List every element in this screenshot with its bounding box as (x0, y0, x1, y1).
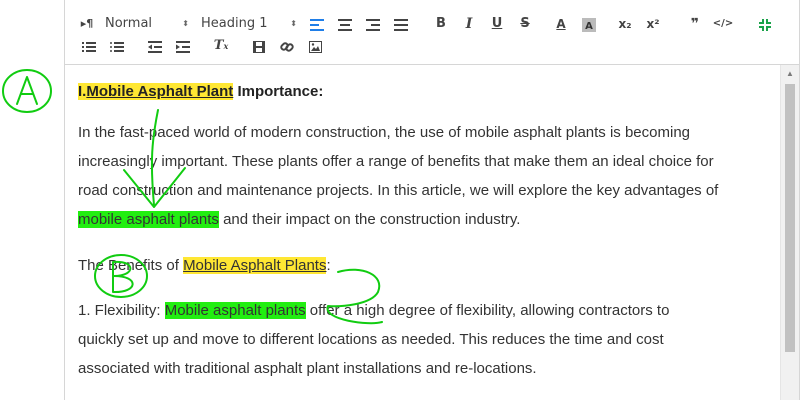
intro-tail: and their impact on the construction ind… (218, 211, 521, 228)
outdent-icon (148, 40, 162, 53)
flexibility-line-1-tail: offer a high degree of flexibility, allo… (305, 302, 670, 319)
indent-button[interactable] (169, 35, 197, 57)
strikethrough-button[interactable]: S (511, 13, 539, 35)
vertical-scrollbar[interactable]: ▲ (780, 65, 799, 400)
editor-toolbar: ▸¶ Normal ⬍ Heading 1 ⬍ B I U S A A x₂ x… (65, 0, 799, 65)
underline-button[interactable]: U (483, 13, 511, 35)
background-color-button[interactable]: A (575, 13, 603, 35)
align-justify-button[interactable] (387, 13, 415, 35)
circle-a-mark (2, 69, 52, 113)
indent-icon (176, 40, 190, 53)
collapse-icon (759, 18, 771, 31)
superscript-button[interactable]: x² (639, 13, 667, 35)
bold-button[interactable]: B (427, 13, 455, 35)
section-heading: I.Mobile Asphalt Plant Importance: (78, 79, 766, 104)
outdent-button[interactable] (141, 35, 169, 57)
ordered-list-button[interactable] (75, 35, 103, 57)
flexibility-line-2: quickly set up and move to different loc… (78, 331, 664, 348)
flexibility-prefix: 1. Flexibility: (78, 302, 165, 319)
flexibility-line-3: associated with traditional asphalt plan… (78, 360, 537, 377)
code-block-button[interactable]: </> (709, 13, 737, 35)
text-direction-button[interactable]: ▸¶ (75, 13, 99, 35)
highlight-icon: A (582, 17, 596, 32)
intro-line-1: In the fast-paced world of modern constr… (78, 124, 691, 141)
heading-select-value: Heading 1 (201, 16, 268, 31)
subscript-button[interactable]: x₂ (611, 13, 639, 35)
clear-format-icon: Tx (213, 38, 229, 53)
heading-link[interactable]: Mobile Asphalt Plant (86, 83, 233, 100)
fullscreen-button[interactable] (751, 13, 779, 35)
clear-format-button[interactable]: Tx (207, 35, 235, 57)
align-left-icon (310, 18, 324, 31)
letter-a-mark (16, 76, 38, 105)
editor-content[interactable]: I.Mobile Asphalt Plant Importance: In th… (65, 65, 780, 400)
insert-video-button[interactable] (245, 35, 273, 57)
heading-rest: Importance: (233, 83, 324, 100)
toolbar-row-2: Tx (75, 35, 329, 57)
heading-highlight: I.Mobile Asphalt Plant (78, 83, 234, 100)
benefits-suffix: : (326, 257, 331, 274)
align-center-button[interactable] (331, 13, 359, 35)
ordered-list-icon (82, 41, 96, 52)
align-left-button[interactable] (303, 13, 331, 35)
video-icon (253, 40, 265, 53)
link-icon (280, 41, 294, 52)
image-icon (308, 40, 322, 53)
heading-select[interactable]: Heading 1 ⬍ (195, 13, 303, 35)
bullet-list-icon (110, 41, 124, 52)
blockquote-button[interactable]: ❞ (681, 13, 709, 35)
select-arrow-icon: ⬍ (290, 19, 297, 28)
toolbar-row-1: ▸¶ Normal ⬍ Heading 1 ⬍ B I U S A A x₂ x… (75, 13, 779, 35)
benefits-prefix: The Benefits of (78, 257, 184, 274)
intro-paragraph: In the fast-paced world of modern constr… (78, 118, 766, 234)
flexibility-highlight: Mobile asphalt plants (164, 302, 306, 319)
font-color-button[interactable]: A (547, 13, 575, 35)
select-arrow-icon: ⬍ (182, 19, 189, 28)
bullet-list-button[interactable] (103, 35, 131, 57)
scroll-thumb[interactable] (785, 84, 795, 352)
paragraph-format-value: Normal (105, 16, 153, 31)
intro-line-3: road construction and maintenance projec… (78, 182, 719, 199)
rich-text-editor: ▸¶ Normal ⬍ Heading 1 ⬍ B I U S A A x₂ x… (64, 0, 800, 400)
intro-line-2: increasingly important. These plants off… (78, 153, 714, 170)
benefits-link[interactable]: Mobile Asphalt Plants (183, 257, 327, 274)
align-center-icon (338, 18, 352, 31)
align-justify-icon (394, 18, 408, 31)
italic-button[interactable]: I (455, 13, 483, 35)
benefits-heading: The Benefits of Mobile Asphalt Plants: (78, 251, 766, 280)
align-right-icon (366, 18, 380, 31)
svg-text:A: A (585, 21, 593, 32)
insert-image-button[interactable] (301, 35, 329, 57)
scroll-up-arrow-icon[interactable]: ▲ (781, 67, 799, 81)
intro-highlight: mobile asphalt plants (78, 211, 219, 228)
align-right-button[interactable] (359, 13, 387, 35)
paragraph-format-select[interactable]: Normal ⬍ (99, 13, 195, 35)
flexibility-paragraph: 1. Flexibility: Mobile asphalt plants of… (78, 296, 766, 383)
insert-link-button[interactable] (273, 35, 301, 57)
